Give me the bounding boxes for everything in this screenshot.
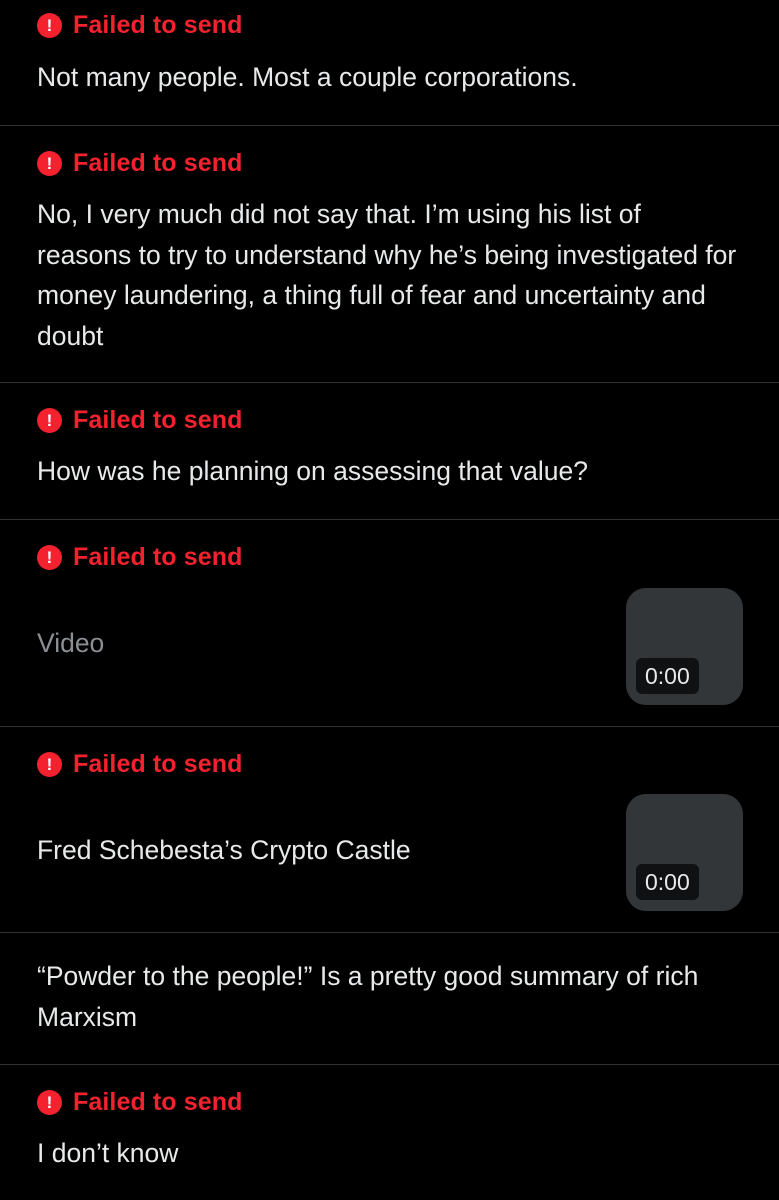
failed-status[interactable]: ! Failed to send xyxy=(37,149,242,177)
message-text: “Powder to the people!” Is a pretty good… xyxy=(37,961,699,1032)
failed-status-label: Failed to send xyxy=(73,148,243,177)
failed-status[interactable]: ! Failed to send xyxy=(37,406,242,434)
failed-status-label: Failed to send xyxy=(73,10,243,39)
message-item[interactable]: ! Failed to send How was he planning on … xyxy=(0,383,779,520)
failed-status-label: Failed to send xyxy=(73,749,243,778)
message-item[interactable]: ! Failed to send I don’t know xyxy=(0,1065,779,1200)
exclamation-icon: ! xyxy=(37,544,62,570)
failed-status[interactable]: ! Failed to send xyxy=(37,543,242,571)
message-text: Fred Schebesta’s Crypto Castle xyxy=(37,835,411,865)
video-duration: 0:00 xyxy=(636,864,699,900)
failed-status[interactable]: ! Failed to send xyxy=(37,750,242,778)
exclamation-icon: ! xyxy=(37,150,62,176)
video-thumbnail[interactable]: 0:00 xyxy=(626,588,743,705)
exclamation-icon: ! xyxy=(37,751,62,777)
failed-status-label: Failed to send xyxy=(73,405,243,434)
message-text: No, I very much did not say that. I’m us… xyxy=(37,199,737,351)
message-item[interactable]: ! Failed to send Not many people. Most a… xyxy=(0,0,779,126)
message-item[interactable]: “Powder to the people!” Is a pretty good… xyxy=(0,933,779,1065)
message-item[interactable]: ! Failed to send Video 0:00 xyxy=(0,520,779,727)
failed-status-label: Failed to send xyxy=(73,542,243,571)
exclamation-icon: ! xyxy=(37,12,62,38)
video-duration: 0:00 xyxy=(636,658,699,694)
failed-status[interactable]: ! Failed to send xyxy=(37,1088,242,1116)
failed-status[interactable]: ! Failed to send xyxy=(37,11,242,39)
message-item[interactable]: ! Failed to send Fred Schebesta’s Crypto… xyxy=(0,727,779,933)
message-text: Not many people. Most a couple corporati… xyxy=(37,62,578,92)
message-text: How was he planning on assessing that va… xyxy=(37,456,588,486)
exclamation-icon: ! xyxy=(37,407,62,433)
message-text: Video xyxy=(37,628,105,658)
failed-status-label: Failed to send xyxy=(73,1087,243,1116)
video-thumbnail[interactable]: 0:00 xyxy=(626,794,743,911)
message-item[interactable]: ! Failed to send No, I very much did not… xyxy=(0,126,779,383)
message-text: I don’t know xyxy=(37,1138,179,1168)
exclamation-icon: ! xyxy=(37,1089,62,1115)
